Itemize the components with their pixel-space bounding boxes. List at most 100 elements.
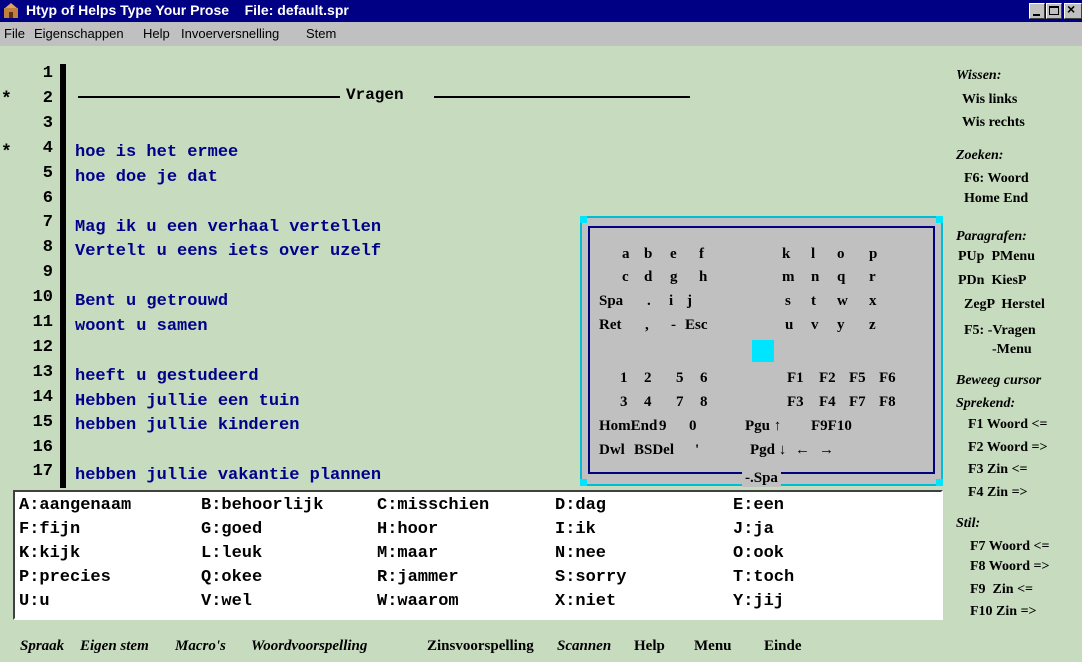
- help-button[interactable]: Help: [634, 638, 665, 655]
- resize-handle[interactable]: [936, 479, 943, 486]
- home-end-button[interactable]: Home End: [964, 191, 1028, 207]
- woordvoorspelling-button[interactable]: Woordvoorspelling: [251, 638, 367, 655]
- resize-handle[interactable]: [936, 216, 943, 223]
- minimize-button[interactable]: [1029, 3, 1045, 19]
- shortcut-item[interactable]: S:sorry: [555, 568, 626, 587]
- shortcut-item[interactable]: R:jammer: [377, 568, 459, 587]
- keyboard-key[interactable]: 8: [700, 394, 708, 411]
- keyboard-key[interactable]: F3: [787, 394, 804, 411]
- keyboard-key[interactable]: r: [869, 269, 876, 286]
- pup-pmenu-button[interactable]: PUp PMenu: [958, 249, 1035, 265]
- keyboard-key[interactable]: F1: [787, 370, 804, 387]
- keyboard-key[interactable]: BSDel: [634, 442, 674, 459]
- keyboard-key[interactable]: h: [699, 269, 707, 286]
- zinsvoorspelling-button[interactable]: Zinsvoorspelling: [427, 638, 534, 655]
- keyboard-key[interactable]: k: [782, 246, 790, 263]
- keyboard-key[interactable]: 1: [620, 370, 628, 387]
- spraak-button[interactable]: Spraak: [20, 638, 64, 655]
- keyboard-key[interactable]: 5: [676, 370, 684, 387]
- keyboard-key[interactable]: o: [837, 246, 845, 263]
- f3-zin-left-button[interactable]: F3 Zin <=: [968, 462, 1028, 478]
- keyboard-key[interactable]: .: [647, 293, 651, 310]
- keyboard-key[interactable]: Pgu ↑: [745, 418, 781, 435]
- keyboard-key[interactable]: 9: [659, 418, 667, 435]
- f5-vragen-button[interactable]: F5: -Vragen: [964, 323, 1036, 339]
- shortcut-item[interactable]: T:toch: [733, 568, 794, 587]
- wis-links-button[interactable]: Wis links: [962, 92, 1017, 108]
- shortcut-item[interactable]: B:behoorlijk: [201, 496, 323, 515]
- keyboard-key[interactable]: j: [687, 293, 692, 310]
- keyboard-key[interactable]: 3: [620, 394, 628, 411]
- keyboard-key[interactable]: HomEnd: [599, 418, 657, 435]
- keyboard-key[interactable]: F7: [849, 394, 866, 411]
- shortcut-item[interactable]: W:waarom: [377, 592, 459, 611]
- einde-button[interactable]: Einde: [764, 638, 802, 655]
- text-line[interactable]: Bent u getrouwd: [75, 292, 228, 317]
- keyboard-key[interactable]: ,: [645, 317, 649, 334]
- shortcut-item[interactable]: H:hoor: [377, 520, 438, 539]
- keyboard-key[interactable]: Dwl: [599, 442, 625, 459]
- text-line[interactable]: Mag ik u een verhaal vertellen: [75, 218, 381, 243]
- f7-woord-left-button[interactable]: F7 Woord <=: [970, 539, 1049, 555]
- text-line[interactable]: woont u samen: [75, 317, 208, 342]
- f4-zin-right-button[interactable]: F4 Zin =>: [968, 485, 1028, 501]
- keyboard-key[interactable]: Pgd ↓: [750, 442, 786, 459]
- resize-handle[interactable]: [580, 479, 587, 486]
- keyboard-key[interactable]: 7: [676, 394, 684, 411]
- text-line[interactable]: hoe is het ermee: [75, 143, 238, 168]
- shortcut-item[interactable]: D:dag: [555, 496, 606, 515]
- text-line[interactable]: Hebben jullie een tuin: [75, 392, 299, 417]
- menu-help[interactable]: Help: [143, 26, 170, 41]
- shortcut-item[interactable]: L:leuk: [201, 544, 262, 563]
- keyboard-key[interactable]: F6: [879, 370, 896, 387]
- shortcut-item[interactable]: E:een: [733, 496, 784, 515]
- f9-zin-left-button[interactable]: F9 Zin <=: [970, 582, 1033, 598]
- shortcut-item[interactable]: A:aangenaam: [19, 496, 131, 515]
- keyboard-key[interactable]: 6: [700, 370, 708, 387]
- keyboard-key[interactable]: 0: [689, 418, 697, 435]
- keyboard-key[interactable]: n: [811, 269, 819, 286]
- keyboard-key[interactable]: Esc: [685, 317, 708, 334]
- scannen-button[interactable]: Scannen: [557, 638, 611, 655]
- zegp-herstel-button[interactable]: ZegP Herstel: [964, 297, 1045, 313]
- shortcut-item[interactable]: X:niet: [555, 592, 616, 611]
- keyboard-key[interactable]: s: [785, 293, 791, 310]
- f8-woord-right-button[interactable]: F8 Woord =>: [970, 559, 1049, 575]
- keyboard-key[interactable]: g: [670, 269, 678, 286]
- keyboard-key[interactable]: x: [869, 293, 877, 310]
- keyboard-key[interactable]: p: [869, 246, 877, 263]
- f5-menu-label[interactable]: -Menu: [992, 342, 1032, 358]
- shortcut-item[interactable]: M:maar: [377, 544, 438, 563]
- keyboard-key[interactable]: Ret: [599, 317, 622, 334]
- menu-invoerversnelling[interactable]: Invoerversnelling: [181, 26, 279, 41]
- shortcut-item[interactable]: K:kijk: [19, 544, 80, 563]
- keyboard-key[interactable]: i: [669, 293, 673, 310]
- keyboard-key[interactable]: F5: [849, 370, 866, 387]
- keyboard-key[interactable]: F2: [819, 370, 836, 387]
- eigen-stem-button[interactable]: Eigen stem: [80, 638, 149, 655]
- keyboard-key[interactable]: t: [811, 293, 816, 310]
- keyboard-key[interactable]: q: [837, 269, 845, 286]
- keyboard-key[interactable]: w: [837, 293, 848, 310]
- menu-eigenschappen[interactable]: Eigenschappen: [34, 26, 124, 41]
- keyboard-key[interactable]: a: [622, 246, 630, 263]
- keyboard-key[interactable]: z: [869, 317, 876, 334]
- text-line[interactable]: Vertelt u eens iets over uzelf: [75, 242, 381, 267]
- keyboard-key[interactable]: l: [811, 246, 815, 263]
- keyboard-key[interactable]: 2: [644, 370, 652, 387]
- shortcut-item[interactable]: V:wel: [201, 592, 252, 611]
- keyboard-key[interactable]: F9F10: [811, 418, 852, 435]
- keyboard-key[interactable]: c: [622, 269, 629, 286]
- f1-woord-left-button[interactable]: F1 Woord <=: [968, 417, 1047, 433]
- keyboard-key[interactable]: u: [785, 317, 793, 334]
- keyboard-key[interactable]: 4: [644, 394, 652, 411]
- shortcut-item[interactable]: U:u: [19, 592, 50, 611]
- macros-button[interactable]: Macro's: [175, 638, 226, 655]
- keyboard-key[interactable]: d: [644, 269, 652, 286]
- keyboard-key[interactable]: ': [695, 442, 699, 459]
- text-line[interactable]: hebben jullie vakantie plannen: [75, 466, 381, 491]
- text-line[interactable]: hebben jullie kinderen: [75, 416, 299, 441]
- menu-button[interactable]: Menu: [694, 638, 732, 655]
- f6-woord-button[interactable]: F6: Woord: [964, 171, 1029, 187]
- shortcut-item[interactable]: I:ik: [555, 520, 596, 539]
